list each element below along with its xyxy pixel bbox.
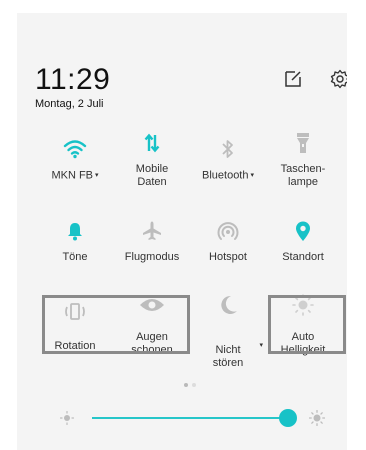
tile-sounds-label: Töne — [62, 251, 88, 263]
tile-eye-comfort-label: Augen schonen — [131, 331, 173, 356]
tile-eye-comfort[interactable]: Augen schonen — [115, 293, 189, 357]
mobile-data-icon — [115, 131, 189, 155]
tile-bluetooth[interactable]: Bluetooth ▾ — [191, 137, 265, 182]
edit-icon[interactable] — [283, 69, 303, 89]
brightness-low-icon — [59, 410, 75, 426]
bluetooth-icon — [191, 137, 265, 161]
hotspot-icon — [191, 219, 265, 243]
tile-flashlight-label: Taschen- lampe — [280, 163, 326, 188]
tile-airplane-mode[interactable]: Flugmodus — [115, 219, 189, 264]
tile-hotspot-label: Hotspot — [209, 251, 247, 263]
tile-flashlight[interactable]: Taschen- lampe — [266, 131, 340, 189]
tile-mobile-data-label: Mobile Daten — [135, 163, 169, 188]
tile-bluetooth-label: Bluetooth — [202, 169, 249, 182]
brightness-icon — [266, 293, 340, 317]
bell-icon — [38, 219, 112, 243]
tile-wifi[interactable]: MKN FB ▾ — [38, 137, 112, 182]
eye-icon — [115, 293, 189, 317]
brightness-slider-track[interactable] — [92, 417, 294, 419]
settings-gear-icon[interactable] — [330, 69, 347, 89]
tile-rotation-label: Rotation — [54, 340, 96, 352]
tile-airplane-mode-label: Flugmodus — [124, 251, 180, 263]
rotation-icon — [38, 300, 112, 324]
tile-wifi-label: MKN FB — [51, 169, 94, 182]
flashlight-icon — [266, 131, 340, 155]
quick-settings-panel: 11:29 Montag, 2 Juli MKN FB ▾ Mobile Dat… — [17, 13, 347, 450]
moon-icon — [191, 293, 265, 317]
location-icon — [266, 219, 340, 243]
tile-location-label: Standort — [282, 251, 324, 263]
page-dot-active[interactable] — [184, 383, 188, 387]
tile-sounds[interactable]: Töne — [38, 219, 112, 264]
tile-rotation[interactable]: Rotation — [38, 300, 112, 353]
tile-do-not-disturb[interactable]: Nicht stören ▾ — [191, 293, 265, 383]
page-indicator — [184, 383, 196, 387]
wifi-dropdown-caret[interactable]: ▾ — [95, 172, 99, 179]
tile-auto-brightness-label: Auto Helligkeit — [280, 331, 326, 356]
brightness-high-icon — [308, 409, 326, 427]
tile-mobile-data[interactable]: Mobile Daten — [115, 131, 189, 189]
tile-hotspot[interactable]: Hotspot — [191, 219, 265, 264]
airplane-icon — [115, 219, 189, 243]
bluetooth-dropdown-caret[interactable]: ▾ — [250, 172, 254, 179]
clock: 11:29 — [35, 63, 111, 96]
date-label: Montag, 2 Juli — [35, 98, 104, 110]
tile-auto-brightness[interactable]: Auto Helligkeit — [266, 293, 340, 357]
brightness-slider-thumb[interactable] — [279, 409, 297, 427]
tile-do-not-disturb-label: Nicht stören — [212, 344, 244, 369]
do-not-disturb-dropdown-caret[interactable]: ▾ — [259, 339, 263, 352]
tile-location[interactable]: Standort — [266, 219, 340, 264]
wifi-icon — [38, 137, 112, 161]
page-dot-inactive[interactable] — [192, 383, 196, 387]
